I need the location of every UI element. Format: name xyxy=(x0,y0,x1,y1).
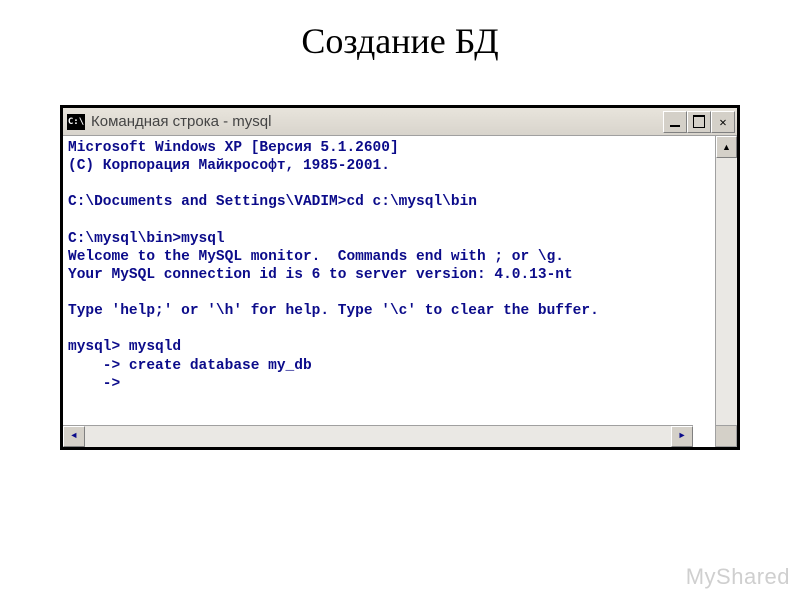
vertical-scrollbar[interactable]: ▲ ▼ xyxy=(715,136,737,447)
console-area: Microsoft Windows XP [Версия 5.1.2600] (… xyxy=(63,136,737,447)
horizontal-scrollbar[interactable]: ◄ ► xyxy=(63,425,693,447)
console-output[interactable]: Microsoft Windows XP [Версия 5.1.2600] (… xyxy=(63,136,715,447)
hscroll-track[interactable] xyxy=(85,426,671,447)
vscroll-track[interactable] xyxy=(716,158,737,425)
window-controls xyxy=(663,111,735,133)
scroll-right-button[interactable]: ► xyxy=(671,426,693,447)
scroll-left-button[interactable]: ◄ xyxy=(63,426,85,447)
cmd-icon: C:\ xyxy=(67,114,85,130)
window-titlebar[interactable]: C:\ Командная строка - mysql xyxy=(63,108,737,136)
maximize-button[interactable] xyxy=(687,111,711,133)
watermark: MyShared xyxy=(686,564,790,590)
scroll-up-button[interactable]: ▲ xyxy=(716,136,737,158)
minimize-button[interactable] xyxy=(663,111,687,133)
scrollbar-corner xyxy=(715,425,737,447)
page-title: Создание БД xyxy=(0,0,800,92)
window-title: Командная строка - mysql xyxy=(91,113,663,130)
close-button[interactable] xyxy=(711,111,735,133)
command-prompt-window: C:\ Командная строка - mysql Microsoft W… xyxy=(60,105,740,450)
